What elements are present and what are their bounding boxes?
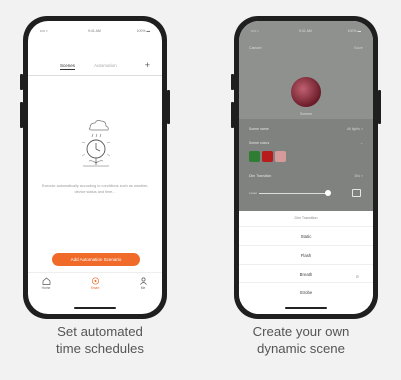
smart-icon bbox=[91, 277, 99, 285]
scene-name-row-label: Scene name bbox=[249, 127, 269, 131]
caption-left-line2: time schedules bbox=[56, 341, 144, 356]
caption-left: Set automated time schedules bbox=[0, 323, 200, 357]
scene-name-row-value: All lights > bbox=[346, 127, 363, 131]
phone-mute-switch bbox=[20, 74, 23, 90]
add-automation-button[interactable]: Add Automation Scenario bbox=[52, 253, 140, 266]
status-battery: 100% ▬ bbox=[347, 29, 361, 33]
color-swatches bbox=[249, 149, 288, 162]
home-indicator bbox=[285, 307, 327, 309]
scene-name-row[interactable]: Scene name All lights > bbox=[249, 127, 363, 131]
phone-power-button bbox=[378, 90, 381, 124]
status-carrier: •••• ≈ bbox=[251, 29, 259, 33]
home-icon bbox=[42, 277, 50, 285]
phone-mute-switch bbox=[231, 74, 234, 90]
status-bar: •••• ≈ 9:41 AM 100% ▬ bbox=[28, 29, 162, 35]
scene-settings bbox=[239, 119, 373, 211]
status-bar: •••• ≈ 9:41 AM 100% ▬ bbox=[239, 29, 373, 35]
color-swatch-green[interactable] bbox=[249, 151, 260, 162]
status-carrier: •••• ≈ bbox=[40, 29, 48, 33]
nav-home-label: Home bbox=[41, 286, 51, 290]
phone-power-button bbox=[167, 90, 170, 124]
nav-smart-label: Smart bbox=[90, 286, 100, 290]
nav-home[interactable]: Home bbox=[33, 277, 59, 290]
scene-colors-row: Scene colors ⌄ bbox=[249, 141, 363, 145]
phone-screen: •••• ≈ 9:41 AM 100% ▬ Scenes Automation … bbox=[28, 21, 162, 314]
nav-me[interactable]: Me bbox=[130, 277, 156, 290]
cancel-button[interactable]: Cancel bbox=[249, 45, 261, 50]
user-icon bbox=[139, 277, 147, 285]
tab-automation[interactable]: Automation bbox=[94, 63, 117, 68]
transition-row[interactable]: Dim Transition 30s > bbox=[249, 174, 363, 178]
scene-avatar[interactable] bbox=[291, 77, 321, 107]
caption-right: Create your own dynamic scene bbox=[201, 323, 401, 357]
speed-slider-track[interactable] bbox=[259, 193, 329, 194]
color-swatch-pink[interactable] bbox=[275, 151, 286, 162]
phone-frame: •••• ≈ 9:41 AM 100% ▬ Cancel Save Scenes… bbox=[231, 16, 381, 319]
transition-sheet: Dim Transition Static Flash Breath ⊙ Str… bbox=[239, 211, 373, 314]
scene-editor-header: Cancel Save bbox=[239, 45, 373, 53]
option-breath[interactable]: Breath ⊙ bbox=[239, 264, 373, 283]
nav-me-label: Me bbox=[140, 286, 146, 290]
option-flash[interactable]: Flash bbox=[239, 245, 373, 264]
status-battery: 100% ▬ bbox=[136, 29, 150, 33]
speed-icon bbox=[352, 189, 361, 197]
tabs-divider bbox=[28, 75, 162, 76]
phone-volume-button bbox=[231, 102, 234, 128]
caption-right-line2: dynamic scene bbox=[257, 341, 345, 356]
option-static[interactable]: Static bbox=[239, 226, 373, 245]
panel-dynamic-scene: •••• ≈ 9:41 AM 100% ▬ Cancel Save Scenes… bbox=[201, 0, 401, 380]
status-time: 9:41 AM bbox=[88, 29, 101, 33]
phone-frame: •••• ≈ 9:41 AM 100% ▬ Scenes Automation … bbox=[20, 16, 170, 319]
tab-scenes[interactable]: Scenes bbox=[60, 63, 76, 70]
clock-weather-illustration bbox=[81, 119, 111, 167]
panel-automation: •••• ≈ 9:41 AM 100% ▬ Scenes Automation … bbox=[0, 0, 200, 380]
option-breath-label: Breath bbox=[299, 272, 313, 277]
home-indicator bbox=[74, 307, 116, 309]
phone-volume-button bbox=[20, 102, 23, 128]
speed-slider-knob[interactable] bbox=[325, 190, 331, 196]
color-swatch-red[interactable] bbox=[262, 151, 273, 162]
empty-state-text: Execute automatically according to condi… bbox=[41, 184, 149, 194]
sheet-title: Dim Transition bbox=[294, 216, 318, 220]
nav-smart[interactable]: Smart bbox=[82, 277, 108, 290]
bottom-nav: Home Smart Me bbox=[28, 272, 162, 302]
transition-row-value: 30s > bbox=[354, 174, 363, 178]
scene-name-label: Scenes bbox=[300, 112, 312, 116]
caption-right-line1: Create your own bbox=[252, 324, 350, 339]
scene-tabs: Scenes Automation + bbox=[28, 60, 162, 73]
phone-screen: •••• ≈ 9:41 AM 100% ▬ Cancel Save Scenes… bbox=[239, 21, 373, 314]
caption-left-line1: Set automated bbox=[57, 324, 143, 339]
status-time: 9:41 AM bbox=[299, 29, 312, 33]
option-strobe[interactable]: Strobe bbox=[239, 283, 373, 302]
add-icon[interactable]: + bbox=[145, 60, 150, 70]
transition-row-label: Dim Transition bbox=[249, 174, 272, 178]
chevron-down-icon[interactable]: ⌄ bbox=[360, 141, 363, 145]
slider-low-label: Lower bbox=[249, 191, 258, 195]
save-button[interactable]: Save bbox=[354, 45, 363, 50]
scene-colors-label: Scene colors bbox=[249, 141, 270, 145]
